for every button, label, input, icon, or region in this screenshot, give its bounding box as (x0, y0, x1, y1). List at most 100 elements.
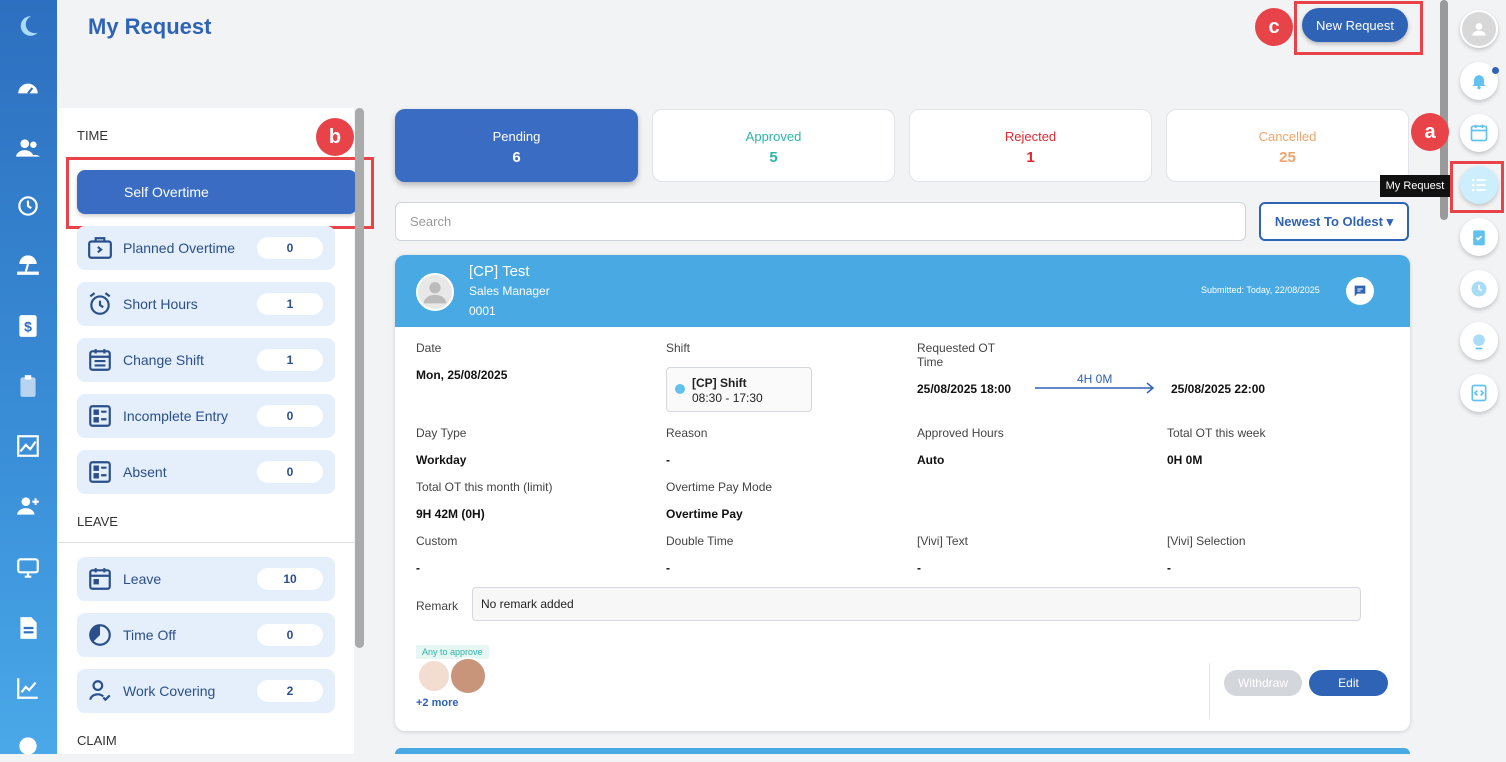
arrow-right-icon (1035, 382, 1155, 394)
tab-cancelled[interactable]: Cancelled 25 (1166, 109, 1409, 182)
sidebar-item-label: Change Shift (123, 352, 204, 368)
sidebar-scrollbar[interactable] (355, 108, 364, 648)
clock-icon[interactable] (1460, 270, 1498, 308)
field-value: - (1167, 561, 1171, 575)
dollar-document-icon[interactable]: $ (12, 310, 44, 342)
calendar-icon (89, 568, 111, 590)
moon-logo-icon[interactable] (12, 10, 44, 42)
sidebar-item-work-covering[interactable]: Work Covering 2 (77, 669, 335, 713)
people-icon[interactable] (12, 132, 44, 164)
tab-approved[interactable]: Approved 5 (652, 109, 895, 182)
tab-rejected[interactable]: Rejected 1 (909, 109, 1152, 182)
employee-name: [CP] Test (469, 263, 530, 280)
dashboard-gauge-icon[interactable] (12, 72, 44, 104)
field-label: Reason (666, 426, 708, 440)
annotation-marker-c: c (1255, 8, 1293, 46)
field-value: Workday (416, 453, 467, 467)
sidebar-item-short-hours[interactable]: Short Hours 1 (77, 282, 335, 326)
history-icon[interactable] (12, 190, 44, 222)
notification-dot (1492, 67, 1499, 74)
monitor-icon[interactable] (12, 552, 44, 584)
briefcase-icon (88, 237, 112, 259)
sort-label: Newest To Oldest (1274, 213, 1383, 229)
form-icon (89, 405, 111, 427)
section-divider (58, 542, 354, 543)
clipboard-icon[interactable] (12, 370, 44, 402)
sidebar-item-label: Time Off (123, 627, 176, 643)
annotation-box-c (1294, 1, 1423, 55)
svg-text:$: $ (24, 318, 32, 334)
count-badge: 0 (257, 461, 323, 483)
field-label: Custom (416, 534, 458, 548)
ot-end: 25/08/2025 22:00 (1171, 382, 1266, 396)
action-divider (1209, 663, 1210, 719)
count-badge: 0 (257, 624, 323, 646)
withdraw-button[interactable]: Withdraw (1224, 670, 1302, 696)
code-document-icon[interactable] (1460, 374, 1498, 412)
page-title: My Request (88, 14, 212, 39)
count-badge: 1 (257, 349, 323, 371)
shift-color-dot (675, 384, 685, 394)
count-badge: 0 (257, 405, 323, 427)
requested-ot-label: Requested OT (917, 341, 996, 355)
my-request-tooltip: My Request (1380, 175, 1450, 197)
user-check-icon (89, 680, 111, 702)
next-request-card-header (395, 748, 1410, 754)
field-label: Approved Hours (917, 426, 1004, 440)
calendar-list-icon (89, 349, 111, 371)
count-badge: 1 (257, 293, 323, 315)
document-icon[interactable] (12, 612, 44, 644)
annotation-marker-a: a (1411, 113, 1449, 151)
approver-avatar[interactable] (449, 657, 487, 695)
comment-icon[interactable] (1346, 277, 1374, 305)
submitted-date: Submitted: Today, 22/08/2025 (1201, 285, 1320, 295)
field-value: - (666, 453, 670, 467)
clipboard-check-icon[interactable] (1460, 218, 1498, 256)
search-input[interactable] (395, 202, 1246, 241)
tab-label: Pending (492, 129, 541, 144)
remark-label: Remark (416, 599, 459, 613)
field-label: [Vivi] Selection (1167, 534, 1246, 548)
sidebar-item-leave[interactable]: Leave 10 (77, 557, 335, 601)
profile-avatar-icon[interactable] (1460, 10, 1498, 48)
sidebar-item-label: Planned Overtime (123, 240, 236, 256)
chart-icon[interactable] (12, 430, 44, 462)
tab-pending[interactable]: Pending 6 (395, 109, 638, 182)
employee-role: Sales Manager (469, 284, 550, 298)
left-nav: $ (0, 0, 57, 755)
more-approvers-link[interactable]: +2 more (416, 697, 459, 709)
ot-start: 25/08/2025 18:00 (917, 382, 1012, 396)
tab-count: 6 (512, 149, 521, 166)
annotation-marker-b: b (316, 118, 354, 156)
sidebar-item-label: Work Covering (123, 683, 216, 699)
edit-button[interactable]: Edit (1309, 670, 1388, 696)
sidebar-item-planned-overtime[interactable]: Planned Overtime 0 (77, 226, 335, 270)
sidebar-item-incomplete-entry[interactable]: Incomplete Entry 0 (77, 394, 335, 438)
date-label: Date (416, 341, 442, 355)
count-badge: 2 (257, 680, 323, 702)
add-user-icon[interactable] (12, 490, 44, 522)
sidebar-item-label: Incomplete Entry (123, 408, 229, 424)
shift-info-box: [CP] Shift 08:30 - 17:30 (666, 367, 812, 412)
field-label: Double Time (666, 534, 734, 548)
globe-icon[interactable] (1460, 322, 1498, 360)
approver-avatar[interactable] (417, 659, 451, 693)
sidebar-item-label: Short Hours (123, 296, 198, 312)
field-label: Overtime Pay Mode (666, 480, 773, 494)
calendar-icon[interactable] (1460, 114, 1498, 152)
requested-ot-label-line2: Time (917, 355, 944, 369)
settings-gear-icon[interactable] (12, 730, 44, 762)
time-pie-icon (89, 624, 111, 646)
shift-label: Shift (666, 341, 691, 355)
beach-umbrella-icon[interactable] (12, 248, 44, 280)
sort-dropdown[interactable]: Newest To Oldest ▾ (1259, 202, 1409, 241)
field-label: Total OT this month (limit) (416, 480, 553, 494)
sidebar-item-change-shift[interactable]: Change Shift 1 (77, 338, 335, 382)
report-chart-icon[interactable] (12, 672, 44, 704)
field-value: 9H 42M (0H) (416, 507, 485, 521)
alarm-clock-icon (89, 292, 111, 315)
remark-field: No remark added (472, 587, 1361, 621)
form-icon (89, 461, 111, 483)
sidebar-item-absent[interactable]: Absent 0 (77, 450, 335, 494)
sidebar-item-time-off[interactable]: Time Off 0 (77, 613, 335, 657)
